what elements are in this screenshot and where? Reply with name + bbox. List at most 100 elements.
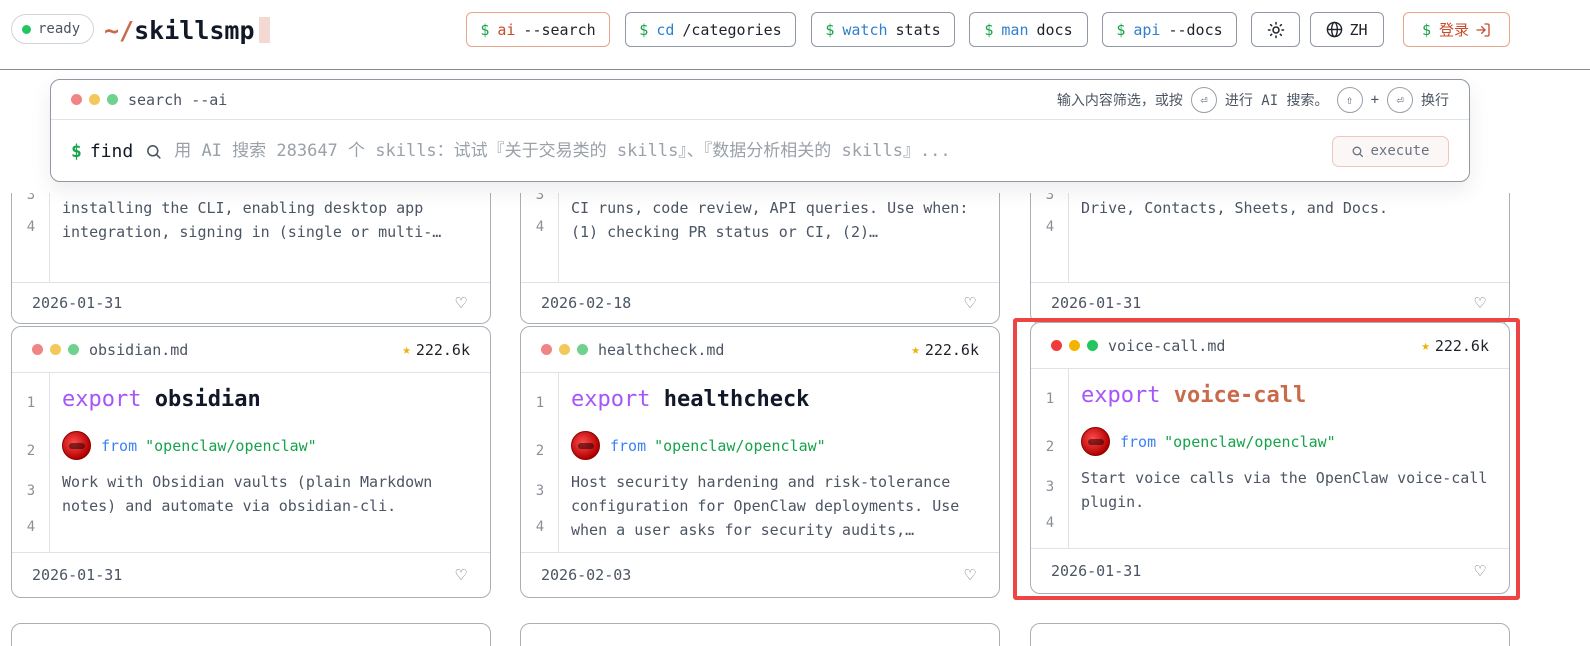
prompt-cmd: find xyxy=(89,140,134,162)
from-keyword: from xyxy=(610,436,647,455)
skill-name: healthcheck xyxy=(663,387,810,412)
line-gutter: 1 2 3 4 xyxy=(521,373,559,552)
dollar-prompt: $ xyxy=(71,140,82,162)
line-number: 4 xyxy=(26,219,36,235)
line-number: 2 xyxy=(26,443,36,459)
card-title[interactable]: export healthcheck xyxy=(571,387,809,412)
repo-name[interactable]: "openclaw/openclaw" xyxy=(654,437,826,455)
window-dots xyxy=(71,94,118,105)
heart-icon[interactable]: ♡ xyxy=(961,565,979,586)
top-header: ready ~/ skillsmp $ ai --search $ cd /ca… xyxy=(0,0,1590,70)
sun-icon xyxy=(1267,21,1284,38)
status-text: ready xyxy=(38,21,81,37)
theme-toggle-button[interactable] xyxy=(1251,12,1300,47)
execute-label: execute xyxy=(1370,143,1430,159)
card-date: 2026-01-31 xyxy=(32,294,123,312)
from-keyword: from xyxy=(101,436,138,455)
button-arg: docs xyxy=(1036,20,1073,39)
export-keyword: export xyxy=(571,387,651,412)
heart-icon[interactable]: ♡ xyxy=(452,293,470,314)
line-number: 4 xyxy=(1045,219,1055,235)
star-icon: ★ xyxy=(402,341,411,358)
card-source: from "openclaw/openclaw" xyxy=(571,431,826,460)
dollar-prompt: $ xyxy=(1116,20,1126,39)
login-button[interactable]: $ 登录 xyxy=(1403,12,1510,47)
categories-button[interactable]: $ cd /categories xyxy=(625,12,796,47)
search-icon xyxy=(1353,146,1364,157)
card-description-line: installing the CLI, enabling desktop app xyxy=(62,199,424,217)
button-arg: stats xyxy=(895,20,941,39)
card-description-line: integration, signing in (single or multi… xyxy=(62,223,442,241)
dollar-prompt: $ xyxy=(984,20,994,39)
line-gutter: 3 4 xyxy=(12,193,50,282)
skill-card-healthcheck[interactable]: healthcheck.md ★ 222.6k 1 2 3 4 export he… xyxy=(520,326,1000,598)
avatar xyxy=(571,431,600,460)
language-button[interactable]: ZH xyxy=(1310,12,1384,47)
line-number: 3 xyxy=(1045,193,1055,203)
skill-card-peek[interactable] xyxy=(11,623,491,646)
skill-card-obsidian[interactable]: obsidian.md ★ 222.6k 1 2 3 4 export obsid… xyxy=(11,326,491,598)
star-count: ★ 222.6k xyxy=(402,341,470,359)
window-dots xyxy=(32,344,79,355)
line-number: 4 xyxy=(535,519,545,535)
stats-button[interactable]: $ watch stats xyxy=(811,12,955,47)
dollar-prompt: $ xyxy=(825,20,835,39)
line-number: 1 xyxy=(26,395,36,411)
status-badge: ready xyxy=(11,14,94,44)
docs-button[interactable]: $ man docs xyxy=(969,12,1088,47)
button-arg: --docs xyxy=(1168,20,1223,39)
window-dots xyxy=(541,344,588,355)
search-hint: 输入内容筛选，或按 ⏎ 进行 AI 搜索。 ⇧ + ⏎ 换行 xyxy=(1056,86,1449,113)
button-cmd: ai xyxy=(497,20,516,39)
line-number: 3 xyxy=(535,193,545,203)
site-logo[interactable]: ~/ skillsmp xyxy=(104,14,270,46)
star-value: 222.6k xyxy=(924,340,979,359)
card-source: from "openclaw/openclaw" xyxy=(62,431,317,460)
repo-name[interactable]: "openclaw/openclaw" xyxy=(145,437,317,455)
skill-card-partial[interactable]: 3 4 Drive, Contacts, Sheets, and Docs. 2… xyxy=(1030,193,1510,324)
skill-card-peek[interactable] xyxy=(1030,623,1510,646)
card-date: 2026-01-31 xyxy=(1051,294,1142,312)
logo-prefix: ~/ xyxy=(104,15,135,45)
hint-text: 换行 xyxy=(1421,92,1449,109)
card-filename: healthcheck.md xyxy=(598,340,725,359)
language-label: ZH xyxy=(1349,20,1368,39)
button-cmd: watch xyxy=(842,20,888,39)
search-input[interactable] xyxy=(174,141,1332,161)
skill-card-partial[interactable]: 3 4 installing the CLI, enabling desktop… xyxy=(11,193,491,324)
logo-name: skillsmp xyxy=(134,15,255,45)
cursor-block-icon xyxy=(258,17,270,43)
card-description-line: (1) checking PR status or CI, (2)… xyxy=(571,223,879,241)
heart-icon[interactable]: ♡ xyxy=(1471,293,1489,314)
hint-text: 输入内容筛选，或按 xyxy=(1056,92,1183,109)
execute-button[interactable]: execute xyxy=(1332,135,1449,167)
line-number: 4 xyxy=(26,519,36,535)
login-arrow-icon xyxy=(1476,22,1490,37)
search-icon xyxy=(147,144,161,159)
globe-icon xyxy=(1327,21,1343,38)
heart-icon[interactable]: ♡ xyxy=(961,293,979,314)
avatar xyxy=(62,431,91,460)
shift-key-icon: ⇧ xyxy=(1336,86,1363,113)
heart-icon[interactable]: ♡ xyxy=(452,565,470,586)
selection-highlight xyxy=(1013,318,1520,600)
line-number: 3 xyxy=(26,193,36,203)
status-dot-icon xyxy=(22,24,31,34)
card-date: 2026-02-18 xyxy=(541,294,632,312)
button-cmd: man xyxy=(1001,20,1029,39)
enter-key-icon: ⏎ xyxy=(1387,86,1413,113)
card-description-line: CI runs, code review, API queries. Use w… xyxy=(571,199,969,217)
card-title[interactable]: export obsidian xyxy=(62,387,261,412)
star-value: 222.6k xyxy=(415,340,470,359)
dollar-prompt: $ xyxy=(1421,20,1431,39)
export-keyword: export xyxy=(62,387,142,412)
ai-search-button[interactable]: $ ai --search xyxy=(466,12,610,47)
star-count: ★ 222.6k xyxy=(911,341,979,359)
api-docs-button[interactable]: $ api --docs xyxy=(1102,12,1237,47)
button-arg: /categories xyxy=(682,20,782,39)
star-icon: ★ xyxy=(911,341,920,358)
skill-card-partial[interactable]: 3 4 CI runs, code review, API queries. U… xyxy=(520,193,1000,324)
button-arg: --search xyxy=(523,20,596,39)
card-filename: obsidian.md xyxy=(89,340,189,359)
skill-card-peek[interactable] xyxy=(520,623,1000,646)
